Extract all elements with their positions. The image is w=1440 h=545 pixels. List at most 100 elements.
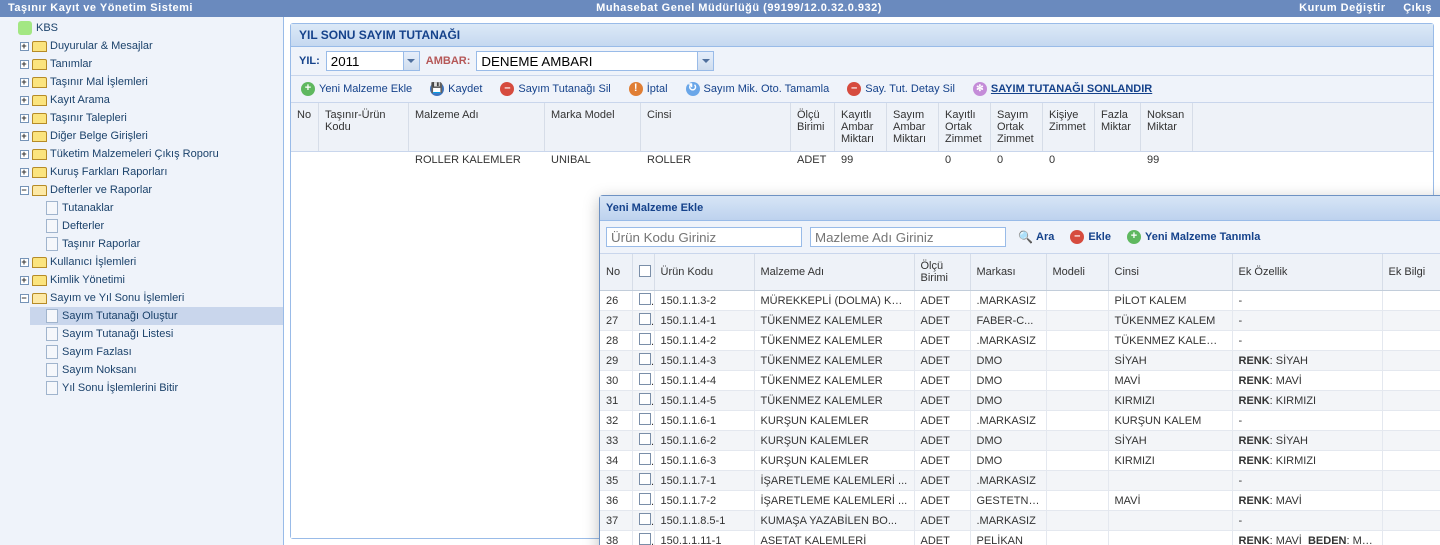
grid-header[interactable]: Ölçü Birimi xyxy=(914,254,970,291)
table-row[interactable]: 26 150.1.1.3-2 MÜREKKEPLİ (DOLMA) KA... … xyxy=(600,291,1440,311)
table-row[interactable]: 38 150.1.1.11-1 ASETAT KALEMLERİ ADET PE… xyxy=(600,531,1440,545)
sidebar-item[interactable]: +Tüketim Malzemeleri Çıkış Roporu xyxy=(16,145,283,163)
table-row[interactable]: 29 150.1.1.4-3 TÜKENMEZ KALEMLER ADET DM… xyxy=(600,351,1440,371)
logout-link[interactable]: Çıkış xyxy=(1403,2,1432,14)
checkbox-icon[interactable] xyxy=(639,353,651,365)
cell-check[interactable] xyxy=(632,391,654,411)
table-row[interactable]: 37 150.1.1.8.5-1 KUMAŞA YAZABİLEN BO... … xyxy=(600,511,1440,531)
table-row[interactable]: 30 150.1.1.4-4 TÜKENMEZ KALEMLER ADET DM… xyxy=(600,371,1440,391)
sidebar-item[interactable]: Taşınır Raporlar xyxy=(30,235,283,253)
table-row[interactable]: 32 150.1.1.6-1 KURŞUN KALEMLER ADET .MAR… xyxy=(600,411,1440,431)
grid-header[interactable]: Marka Model xyxy=(545,103,641,151)
cell-check[interactable] xyxy=(632,311,654,331)
sidebar-item[interactable]: +Kayıt Arama xyxy=(16,91,283,109)
table-row[interactable]: 28 150.1.1.4-2 TÜKENMEZ KALEMLER ADET .M… xyxy=(600,331,1440,351)
grid-header[interactable]: Cinsi xyxy=(1108,254,1232,291)
yil-input[interactable] xyxy=(327,52,403,70)
sidebar-item[interactable]: +Kuruş Farkları Raporları xyxy=(16,163,283,181)
sayim-tutanagi-sil-button[interactable]: Sayım Tutanağı Sil xyxy=(496,80,614,98)
expand-icon[interactable]: + xyxy=(18,256,30,268)
cell-check[interactable] xyxy=(632,351,654,371)
sidebar-item[interactable]: Defterler xyxy=(30,217,283,235)
checkbox-icon[interactable] xyxy=(639,473,651,485)
ambar-input[interactable] xyxy=(477,52,697,70)
cell-check[interactable] xyxy=(632,471,654,491)
grid-header[interactable]: Taşınır-Ürün Kodu xyxy=(319,103,409,151)
sidebar-item[interactable]: Sayım Noksanı xyxy=(30,361,283,379)
sidebar-item[interactable]: Sayım Tutanağı Listesi xyxy=(30,325,283,343)
ekle-button[interactable]: Ekle xyxy=(1066,228,1115,246)
checkbox-icon[interactable] xyxy=(639,373,651,385)
grid-header[interactable]: Fazla Miktar xyxy=(1095,103,1141,151)
table-row[interactable]: 35 150.1.1.7-1 İŞARETLEME KALEMLERİ ... … xyxy=(600,471,1440,491)
checkbox-icon[interactable] xyxy=(639,513,651,525)
expand-icon[interactable]: + xyxy=(18,94,30,106)
checkbox-icon[interactable] xyxy=(639,453,651,465)
nav-root-kbs[interactable]: KBS xyxy=(2,19,283,37)
grid-header[interactable]: Ek Özellik xyxy=(1232,254,1382,291)
yeni-malzeme-tanimla-button[interactable]: Yeni Malzeme Tanımla xyxy=(1123,228,1264,246)
grid-header[interactable]: Malzeme Adı xyxy=(409,103,545,151)
cell-check[interactable] xyxy=(632,291,654,311)
sidebar-item[interactable]: Tutanaklar xyxy=(30,199,283,217)
sidebar-item-defterler[interactable]: −Defterler ve Raporlar xyxy=(16,181,283,199)
expand-icon[interactable]: + xyxy=(18,274,30,286)
grid-header[interactable]: Noksan Miktar xyxy=(1141,103,1193,151)
grid-header[interactable]: Modeli xyxy=(1046,254,1108,291)
expand-icon[interactable]: + xyxy=(18,166,30,178)
sidebar-item[interactable]: +Kullanıcı İşlemleri xyxy=(16,253,283,271)
malzeme-adi-input[interactable] xyxy=(810,227,1006,247)
kaydet-button[interactable]: Kaydet xyxy=(426,80,486,98)
checkbox-icon[interactable] xyxy=(639,313,651,325)
cell-check[interactable] xyxy=(632,431,654,451)
sidebar-item[interactable]: +Taşınır Mal İşlemleri xyxy=(16,73,283,91)
sidebar-item[interactable]: Sayım Fazlası xyxy=(30,343,283,361)
grid-header[interactable]: Kayıtlı Ortak Zimmet xyxy=(939,103,991,151)
expand-icon[interactable]: + xyxy=(18,130,30,142)
sayim-tutanagi-sonlandir-button[interactable]: SAYIM TUTANAĞI SONLANDIR xyxy=(969,80,1156,98)
grid-header[interactable]: Cinsi xyxy=(641,103,791,151)
grid-header[interactable]: Sayım Ambar Miktarı xyxy=(887,103,939,151)
grid-header[interactable]: Kişiye Zimmet xyxy=(1043,103,1095,151)
expand-icon[interactable]: + xyxy=(18,76,30,88)
grid-header[interactable]: Malzeme Adı xyxy=(754,254,914,291)
detay-sil-button[interactable]: Say. Tut. Detay Sil xyxy=(843,80,959,98)
checkbox-icon[interactable] xyxy=(639,393,651,405)
ambar-combo[interactable] xyxy=(476,51,714,71)
checkbox-icon[interactable] xyxy=(639,413,651,425)
sidebar-item[interactable]: +Taşınır Talepleri xyxy=(16,109,283,127)
grid-header[interactable]: No xyxy=(291,103,319,151)
checkbox-icon[interactable] xyxy=(639,493,651,505)
yeni-malzeme-ekle-button[interactable]: Yeni Malzeme Ekle xyxy=(297,80,416,98)
iptal-button[interactable]: İptal xyxy=(625,80,672,98)
sidebar-item[interactable]: +Diğer Belge Girişleri xyxy=(16,127,283,145)
expand-icon[interactable]: + xyxy=(18,58,30,70)
sidebar-item-sayim[interactable]: −Sayım ve Yıl Sonu İşlemleri xyxy=(16,289,283,307)
grid-header[interactable]: Ek Bilgi xyxy=(1382,254,1440,291)
table-row[interactable]: 36 150.1.1.7-2 İŞARETLEME KALEMLERİ ... … xyxy=(600,491,1440,511)
cell-check[interactable] xyxy=(632,451,654,471)
collapse-icon[interactable]: − xyxy=(18,292,30,304)
cell-check[interactable] xyxy=(632,511,654,531)
collapse-icon[interactable]: − xyxy=(18,184,30,196)
cell-check[interactable] xyxy=(632,531,654,545)
checkbox-icon[interactable] xyxy=(639,293,651,305)
grid-header[interactable]: Markası xyxy=(970,254,1046,291)
table-row[interactable]: 31 150.1.1.4-5 TÜKENMEZ KALEMLER ADET DM… xyxy=(600,391,1440,411)
urun-kodu-input[interactable] xyxy=(606,227,802,247)
expand-icon[interactable]: + xyxy=(18,40,30,52)
cell-check[interactable] xyxy=(632,491,654,511)
checkbox-icon[interactable] xyxy=(639,533,651,545)
expand-icon[interactable]: + xyxy=(18,148,30,160)
yil-combo[interactable] xyxy=(326,51,420,71)
cell-check[interactable] xyxy=(632,371,654,391)
grid-header[interactable]: Ürün Kodu xyxy=(654,254,754,291)
sidebar-item[interactable]: +Tanımlar xyxy=(16,55,283,73)
switch-org-link[interactable]: Kurum Değiştir xyxy=(1299,2,1385,14)
sayim-oto-tamamla-button[interactable]: Sayım Mik. Oto. Tamamla xyxy=(682,80,834,98)
table-row[interactable]: 34 150.1.1.6-3 KURŞUN KALEMLER ADET DMO … xyxy=(600,451,1440,471)
sidebar-item[interactable]: +Kimlik Yönetimi xyxy=(16,271,283,289)
checkbox-icon[interactable] xyxy=(639,433,651,445)
grid-header[interactable]: Ölçü Birimi xyxy=(791,103,835,151)
checkbox-icon[interactable] xyxy=(639,265,651,277)
